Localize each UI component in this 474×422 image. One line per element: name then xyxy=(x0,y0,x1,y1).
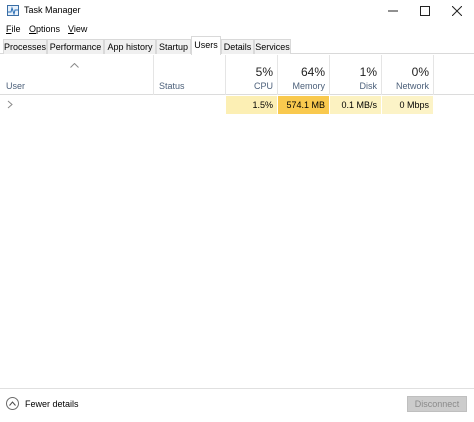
column-header-row: User Status 5% CPU 64% Memory 1% Disk 0%… xyxy=(0,55,474,95)
table-row[interactable]: 1.5% 574.1 MB 0.1 MB/s 0 Mbps xyxy=(0,96,474,114)
menu-file-label: ile xyxy=(11,24,21,34)
memory-label: Memory xyxy=(292,81,325,91)
row-disk: 0.1 MB/s xyxy=(330,96,381,114)
menu-view-label: iew xyxy=(73,24,88,34)
tab-performance[interactable]: Performance xyxy=(47,39,104,54)
minimize-icon xyxy=(388,10,398,12)
tab-app-history[interactable]: App history xyxy=(104,39,156,54)
network-percent: 0% xyxy=(411,65,429,79)
column-user[interactable]: User xyxy=(6,81,25,91)
tab-startup[interactable]: Startup xyxy=(156,39,191,54)
maximize-icon xyxy=(420,6,430,16)
task-manager-icon xyxy=(7,5,19,16)
close-icon xyxy=(452,6,462,16)
close-button[interactable] xyxy=(442,0,472,22)
cpu-percent: 5% xyxy=(255,65,273,79)
row-memory: 574.1 MB xyxy=(278,96,329,114)
disk-percent: 1% xyxy=(359,65,377,79)
row-network: 0 Mbps xyxy=(382,96,433,114)
expand-chevron-icon[interactable] xyxy=(7,100,13,109)
network-label: Network xyxy=(395,81,429,91)
chevron-up-icon xyxy=(6,397,19,410)
disconnect-button[interactable]: Disconnect xyxy=(407,396,467,412)
maximize-button[interactable] xyxy=(410,0,440,22)
footer-divider xyxy=(0,388,474,389)
tab-processes[interactable]: Processes xyxy=(3,39,47,54)
tab-services[interactable]: Services xyxy=(254,39,291,54)
tab-strip: Processes Performance App history Startu… xyxy=(0,36,474,55)
disk-label: Disk xyxy=(359,81,378,91)
minimize-button[interactable] xyxy=(378,0,408,22)
menu-file[interactable]: File xyxy=(6,24,21,34)
column-status[interactable]: Status xyxy=(159,81,185,91)
cpu-label: CPU xyxy=(253,81,273,91)
column-divider[interactable] xyxy=(433,55,434,95)
tab-details[interactable]: Details xyxy=(221,39,254,54)
menu-view[interactable]: View xyxy=(68,24,87,34)
row-cpu: 1.5% xyxy=(226,96,277,114)
menu-options-label: ptions xyxy=(36,24,61,34)
column-divider[interactable] xyxy=(153,55,154,95)
menu-bar: File Options View xyxy=(0,22,474,36)
title-bar: Task Manager xyxy=(0,0,474,22)
window-title: Task Manager xyxy=(24,5,81,15)
sort-up-icon xyxy=(70,63,79,68)
tab-users[interactable]: Users xyxy=(191,36,221,55)
task-manager-window: Task Manager File Options View Processes… xyxy=(0,0,474,422)
menu-options[interactable]: Options xyxy=(29,24,60,34)
menu-options-accelerator: O xyxy=(29,24,37,34)
fewer-details-label: Fewer details xyxy=(25,398,79,409)
memory-percent: 64% xyxy=(300,65,325,79)
fewer-details-button[interactable]: Fewer details xyxy=(6,397,79,410)
